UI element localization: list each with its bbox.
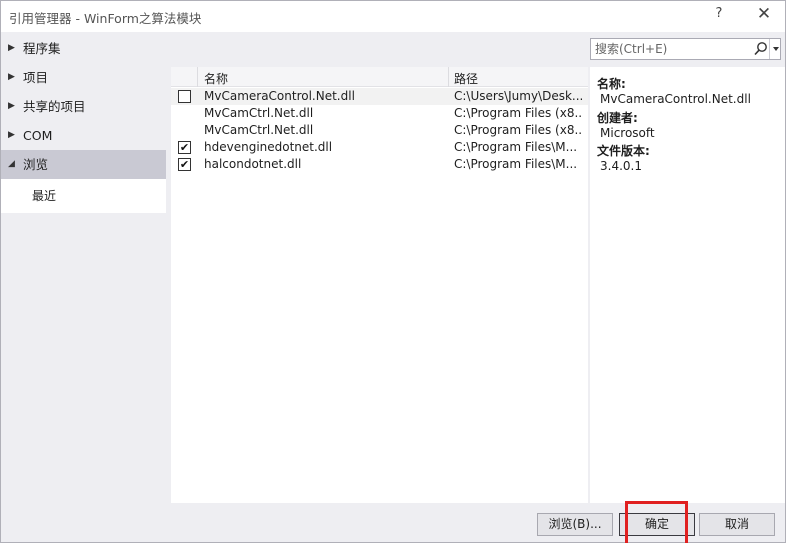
row-path: C:\Program Files (x8...: [454, 106, 582, 120]
column-divider[interactable]: [448, 67, 449, 87]
column-header-path[interactable]: 路径: [454, 70, 478, 87]
include-checkbox[interactable]: [178, 90, 191, 103]
column-header-name[interactable]: 名称: [204, 70, 228, 87]
row-path: C:\Users\Jumy\Desk...: [454, 89, 582, 103]
cancel-button[interactable]: 取消: [699, 513, 775, 536]
nav-item-shared-projects[interactable]: ▶ 共享的项目: [1, 92, 166, 121]
detail-creator-label: 创建者:: [597, 111, 638, 125]
nav-item-projects[interactable]: ▶ 项目: [1, 63, 166, 92]
list-header: 名称 路径: [171, 67, 588, 87]
list-row[interactable]: hdevenginedotnet.dll C:\Program Files\M.…: [171, 139, 588, 156]
nav-item-label: COM: [23, 128, 53, 143]
list-row[interactable]: MvCameraControl.Net.dll C:\Users\Jumy\De…: [171, 88, 588, 105]
include-checkbox[interactable]: [178, 158, 191, 171]
search-icon[interactable]: [753, 41, 768, 57]
row-name: halcondotnet.dll: [204, 157, 302, 171]
row-path: C:\Program Files (x8...: [454, 123, 582, 137]
reference-manager-dialog: 引用管理器 - WinForm之算法模块 ? ✕ ▶ 程序集 ▶ 项目 ▶ 共享…: [0, 0, 786, 543]
browse-button[interactable]: 浏览(B)...: [537, 513, 613, 536]
detail-name-label: 名称:: [597, 77, 626, 91]
row-path: C:\Program Files\M...: [454, 157, 578, 171]
expand-arrow-icon: ▶: [8, 43, 15, 53]
window-title: 引用管理器 - WinForm之算法模块: [9, 11, 202, 26]
close-button[interactable]: ✕: [755, 4, 773, 24]
detail-creator-value: Microsoft: [600, 126, 655, 140]
title-bar: 引用管理器 - WinForm之算法模块 ? ✕: [1, 1, 785, 32]
row-name: MvCamCtrl.Net.dll: [204, 106, 314, 120]
list-row[interactable]: MvCamCtrl.Net.dll C:\Program Files (x8..…: [171, 105, 588, 122]
help-button[interactable]: ?: [711, 6, 727, 21]
collapse-arrow-icon: ◢: [8, 159, 15, 169]
nav-item-com[interactable]: ▶ COM: [1, 121, 166, 150]
expand-arrow-icon: ▶: [8, 72, 15, 82]
include-checkbox[interactable]: [178, 141, 191, 154]
search-box: [590, 38, 781, 60]
nav-item-browse[interactable]: ◢ 浏览: [1, 150, 166, 179]
list-row[interactable]: halcondotnet.dll C:\Program Files\M...: [171, 156, 588, 173]
detail-version-label: 文件版本:: [597, 144, 650, 158]
search-input[interactable]: [591, 39, 751, 59]
expand-arrow-icon: ▶: [8, 130, 15, 140]
category-nav: ▶ 程序集 ▶ 项目 ▶ 共享的项目 ▶ COM ◢ 浏览 最近: [1, 34, 166, 504]
search-options-dropdown[interactable]: [769, 39, 781, 59]
expand-arrow-icon: ▶: [8, 101, 15, 111]
row-name: MvCamCtrl.Net.dll: [204, 123, 314, 137]
detail-name-value: MvCameraControl.Net.dll: [600, 92, 751, 106]
column-divider: [197, 67, 198, 87]
nav-item-assemblies[interactable]: ▶ 程序集: [1, 34, 166, 63]
row-name: hdevenginedotnet.dll: [204, 140, 333, 154]
nav-subitem-recent[interactable]: 最近: [1, 179, 166, 213]
detail-version-value: 3.4.0.1: [600, 159, 642, 173]
details-pane: 名称: MvCameraControl.Net.dll 创建者: Microso…: [590, 67, 785, 503]
ok-button[interactable]: 确定: [619, 513, 695, 536]
nav-item-label: 共享的项目: [23, 99, 86, 114]
reference-list: 名称 路径 MvCameraControl.Net.dll C:\Users\J…: [171, 67, 588, 503]
row-name: MvCameraControl.Net.dll: [204, 89, 355, 103]
nav-item-label: 浏览: [23, 157, 49, 172]
nav-item-label: 项目: [23, 70, 49, 85]
row-path: C:\Program Files\M...: [454, 140, 578, 154]
nav-item-label: 程序集: [23, 41, 61, 56]
list-row[interactable]: MvCamCtrl.Net.dll C:\Program Files (x8..…: [171, 122, 588, 139]
nav-subitem-label: 最近: [32, 189, 57, 203]
